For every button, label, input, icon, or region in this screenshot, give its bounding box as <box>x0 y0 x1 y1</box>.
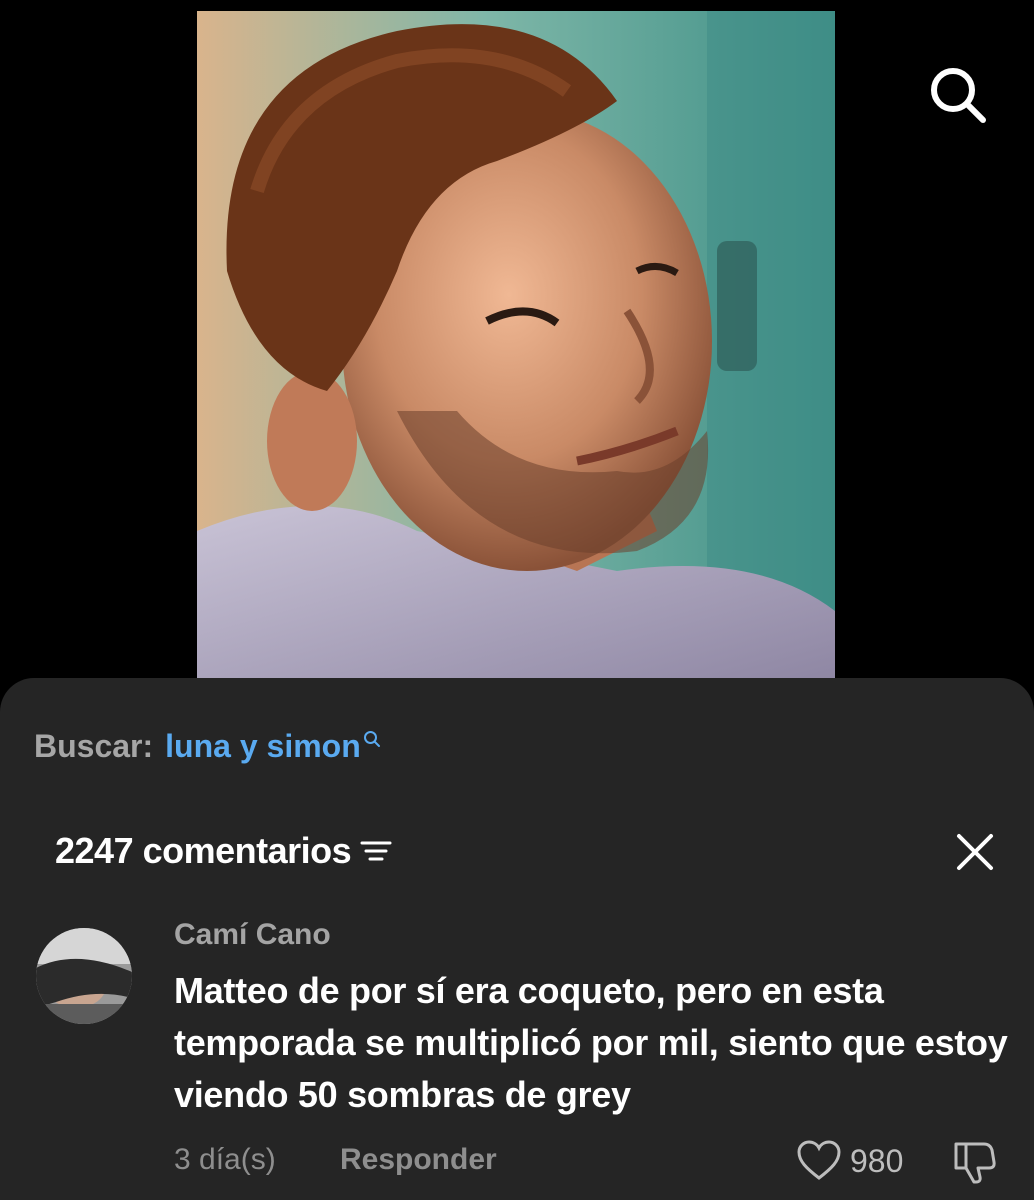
comments-header: 2247 comentarios <box>55 828 393 874</box>
comment-text: Matteo de por sí era coqueto, pero en es… <box>174 970 1008 1115</box>
comment-author[interactable]: Camí Cano <box>174 918 331 952</box>
app-screen: Buscar: luna y simon 2247 comentarios Ca… <box>0 0 1034 1200</box>
comment-timestamp: 3 día(s) <box>174 1143 276 1176</box>
search-suggestion-term[interactable]: luna y simon <box>165 728 361 765</box>
search-suggestion[interactable]: Buscar: luna y simon <box>34 724 381 768</box>
search-suggestion-label: Buscar: <box>34 727 154 764</box>
like-count: 980 <box>850 1142 904 1179</box>
close-button[interactable] <box>952 829 998 875</box>
avatar-image <box>36 928 132 1024</box>
search-icon <box>931 68 986 123</box>
close-icon <box>957 834 993 870</box>
search-icon <box>363 731 380 747</box>
avatar[interactable] <box>36 928 132 1024</box>
sort-icon[interactable] <box>359 838 393 864</box>
like-button[interactable]: 980 <box>796 1140 903 1182</box>
heart-icon <box>797 1140 841 1180</box>
comments-count: 2247 comentarios <box>55 830 352 871</box>
video-player[interactable] <box>197 11 835 683</box>
reply-button[interactable]: Responder <box>340 1143 497 1177</box>
thumbs-down-icon <box>954 1142 996 1184</box>
search-button[interactable] <box>925 62 989 126</box>
video-image <box>197 11 835 683</box>
dislike-button[interactable] <box>950 1140 998 1184</box>
